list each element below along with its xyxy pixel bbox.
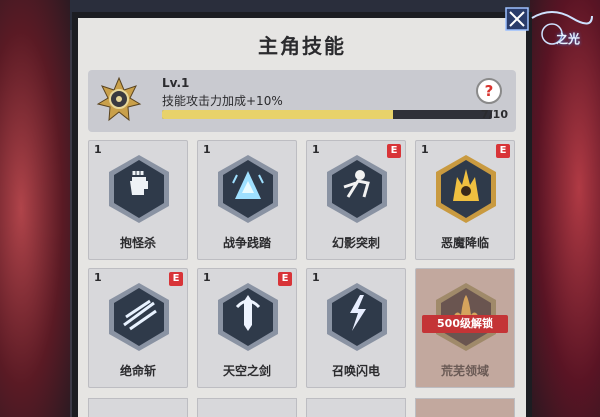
question-icon[interactable]: ? bbox=[476, 78, 502, 104]
level-progress-bar bbox=[162, 110, 492, 119]
skill-name: 幻影突刺 bbox=[331, 236, 380, 250]
demon-icon bbox=[436, 155, 496, 223]
skill-cell[interactable]: 1 召唤闪电 bbox=[306, 268, 406, 388]
lightning-icon bbox=[327, 283, 387, 351]
skill-cell[interactable]: 1 E 幻影突刺 bbox=[306, 140, 406, 260]
background-left bbox=[0, 0, 70, 417]
level-progress-fill bbox=[162, 110, 393, 119]
phantom-icon bbox=[327, 155, 387, 223]
skill-cell-partial[interactable] bbox=[415, 398, 515, 417]
fist-icon bbox=[109, 155, 169, 223]
skill-level: 1 bbox=[203, 143, 211, 156]
sword-icon bbox=[218, 283, 278, 351]
skill-level: 1 bbox=[94, 271, 102, 284]
skill-name: 战争践踏 bbox=[222, 236, 271, 250]
skill-level: 1 bbox=[203, 271, 211, 284]
skill-level: 1 bbox=[94, 143, 102, 156]
emblem-icon bbox=[96, 76, 142, 122]
skill-cell-partial[interactable] bbox=[306, 398, 406, 417]
bonus-text: 技能攻击力加成+10% bbox=[162, 94, 283, 108]
skill-cell-partial[interactable] bbox=[88, 398, 188, 417]
skill-cell[interactable]: 1 E 恶魔降临 bbox=[415, 140, 515, 260]
skill-panel: 主角技能 Lv.1 技能攻击力加成+10% 7/10 ? 1 抱怪杀 1 战争践踏 1 E… bbox=[72, 12, 532, 417]
skill-name: 天空之剑 bbox=[222, 364, 271, 378]
skill-cell[interactable]: 1 E 天空之剑 bbox=[197, 268, 297, 388]
logo-text: 之光 bbox=[555, 32, 580, 46]
slash-icon bbox=[109, 283, 169, 351]
skill-cell[interactable]: 1 抱怪杀 bbox=[88, 140, 188, 260]
game-logo bbox=[505, 7, 593, 45]
skill-cell-partial[interactable] bbox=[197, 398, 297, 417]
skill-grid-next-row bbox=[88, 398, 516, 417]
skill-level: 1 bbox=[312, 143, 320, 156]
skill-cell[interactable]: 1 E 绝命斩 bbox=[88, 268, 188, 388]
skill-name: 恶魔降临 bbox=[440, 236, 489, 250]
unlock-requirement: 500级解锁 bbox=[422, 315, 508, 333]
skill-cell[interactable]: 500级解锁荒芜领域 bbox=[415, 268, 515, 388]
level-bar: Lv.1 技能攻击力加成+10% 7/10 ? bbox=[88, 70, 516, 132]
skill-name: 召唤闪电 bbox=[331, 364, 380, 378]
skill-name: 荒芜领域 bbox=[440, 364, 489, 378]
skill-name: 绝命斩 bbox=[119, 364, 156, 378]
skill-level: 1 bbox=[312, 271, 320, 284]
skill-level: 1 bbox=[421, 143, 429, 156]
background-right bbox=[530, 0, 600, 417]
level-label: Lv.1 bbox=[162, 76, 190, 90]
skill-grid: 1 抱怪杀 1 战争践踏 1 E 幻影突刺 1 E 恶魔降临 1 E 绝命斩 1 E 天空之剑 1 召唤闪电 500… bbox=[88, 140, 516, 388]
level-progress-text: 7/10 bbox=[481, 108, 508, 121]
skill-cell[interactable]: 1 战争践踏 bbox=[197, 140, 297, 260]
page-title: 主角技能 bbox=[258, 34, 346, 58]
stomp-icon bbox=[218, 155, 278, 223]
skill-name: 抱怪杀 bbox=[119, 236, 156, 250]
